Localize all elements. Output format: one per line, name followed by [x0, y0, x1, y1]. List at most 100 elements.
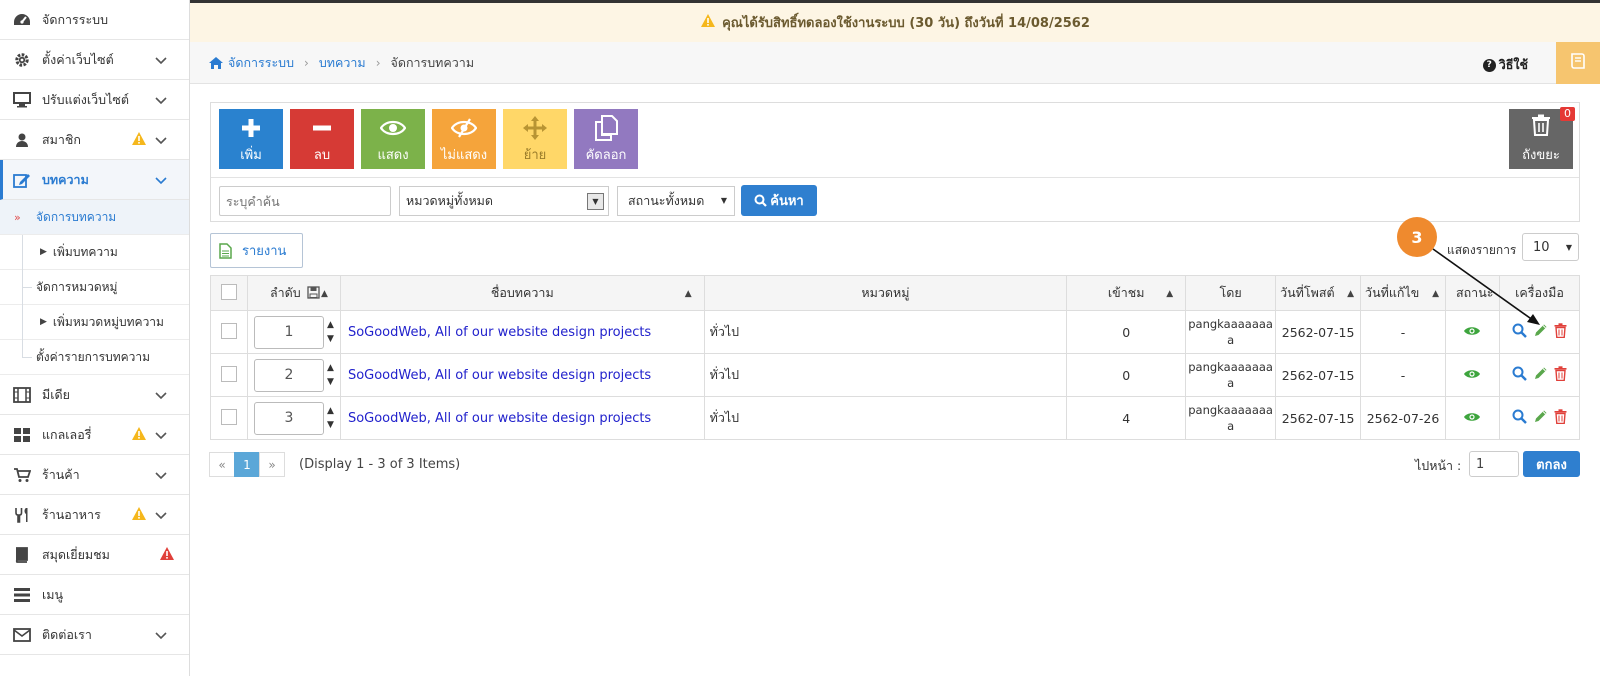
caret-up-icon[interactable]: ▲ — [327, 404, 334, 418]
sidebar-item-label: ร้านอาหาร — [42, 506, 101, 522]
report-button[interactable]: รายงาน — [210, 233, 303, 268]
sidebar-item-shop[interactable]: ร้านค้า — [0, 455, 189, 495]
sidebar-item-contact[interactable]: ติดต่อเรา — [0, 615, 189, 655]
sidebar-subitem-manage-categories[interactable]: จัดการหมวดหมู่ — [0, 270, 189, 305]
article-title-link[interactable]: SoGoodWeb, All of our website design pro… — [341, 368, 651, 383]
caret-down-icon[interactable]: ▼ — [327, 375, 334, 389]
search-button-label: ค้นหา — [770, 194, 804, 209]
category-cell: ทั่วไป — [703, 396, 1068, 440]
eye-icon[interactable] — [1463, 325, 1481, 337]
prev-page-button[interactable]: « — [209, 452, 235, 477]
sidebar-subitem-manage-articles[interactable]: » จัดการบทความ — [0, 200, 189, 235]
breadcrumb-home[interactable]: จัดการระบบ — [208, 53, 294, 73]
sidebar-item-label: บทความ — [42, 171, 89, 187]
save-icon[interactable] — [307, 286, 320, 299]
caret-down-icon[interactable]: ▼ — [327, 418, 334, 432]
trash-button[interactable]: 0 ถังขยะ — [1509, 107, 1575, 169]
sidebar-item-customize[interactable]: ปรับแต่งเว็บไซต์ — [0, 80, 189, 120]
warning-icon — [131, 506, 147, 525]
help-link[interactable]: ? วิธีใช้ — [1482, 55, 1528, 75]
category-select[interactable]: หมวดหมู่ทั้งหมด ▼ — [399, 186, 609, 216]
sidebar-item-label: มีเดีย — [42, 386, 70, 402]
column-header-title[interactable]: ชื่อบทความ ▲ — [339, 275, 705, 311]
column-header-edited[interactable]: วันที่แก้ไข ▲ — [1360, 275, 1446, 311]
caret-up-icon[interactable]: ▲ — [327, 361, 334, 375]
sidebar-subitem-add-article[interactable]: ▶ เพิ่มบทความ — [0, 235, 189, 270]
column-header-views[interactable]: เข้าชม ▲ — [1066, 275, 1187, 311]
goto-page-button[interactable]: ตกลง — [1523, 451, 1580, 477]
row-checkbox[interactable] — [220, 322, 237, 339]
order-stepper[interactable]: ▲ ▼ — [327, 404, 334, 432]
question-icon: ? — [1482, 58, 1496, 72]
goto-page-input[interactable] — [1469, 451, 1519, 477]
sidebar-item-dashboard[interactable]: จัดการระบบ — [0, 0, 189, 40]
order-input[interactable]: 3 — [253, 401, 324, 435]
chevron-down-icon — [155, 469, 167, 484]
view-search-icon[interactable] — [1512, 366, 1527, 384]
row-checkbox[interactable] — [220, 408, 237, 425]
dashboard-icon — [12, 10, 32, 30]
banner-text: คุณได้รับสิทธิ์ทดลองใช้งานระบบ (30 วัน) … — [722, 16, 1090, 31]
delete-trash-icon[interactable] — [1554, 366, 1567, 384]
column-header-order[interactable]: ลำดับ ▲ — [246, 275, 341, 311]
category-select-value: หมวดหมู่ทั้งหมด — [406, 193, 494, 208]
sidebar-item-gallery[interactable]: แกลเลอรี่ — [0, 415, 189, 455]
sidebar-item-site-settings[interactable]: ตั้งค่าเว็บไซต์ — [0, 40, 189, 80]
book-icon — [1569, 52, 1587, 74]
copy-button-label: คัดลอก — [585, 147, 627, 163]
articles-table: ลำดับ ▲ ชื่อบทความ ▲ หมวดหมู่ เข้าชม ▲ โ… — [210, 275, 1581, 440]
table-row: 2 ▲ ▼ SoGoodWeb, All of our website design … — [210, 353, 1581, 397]
sidebar-item-media[interactable]: มีเดีย — [0, 375, 189, 415]
per-page-select[interactable]: 10 ▼ — [1522, 233, 1579, 261]
show-button[interactable]: แสดง — [361, 109, 425, 169]
utensils-icon — [12, 505, 32, 525]
order-input[interactable]: 1 — [253, 315, 324, 349]
divider — [211, 177, 1579, 178]
search-button[interactable]: ค้นหา — [741, 185, 817, 216]
order-stepper[interactable]: ▲ ▼ — [327, 318, 334, 346]
edit-pencil-icon[interactable] — [1533, 366, 1548, 384]
select-all-checkbox[interactable] — [220, 283, 237, 300]
view-search-icon[interactable] — [1512, 409, 1527, 427]
next-page-button[interactable]: » — [259, 452, 285, 477]
minus-icon — [311, 114, 333, 142]
order-stepper[interactable]: ▲ ▼ — [327, 361, 334, 389]
delete-button[interactable]: ลบ — [290, 109, 354, 169]
grid-icon — [12, 425, 32, 445]
article-title-link[interactable]: SoGoodWeb, All of our website design pro… — [341, 325, 651, 340]
sidebar-item-guestbook[interactable]: สมุดเยี่ยมชม — [0, 535, 189, 575]
caret-up-icon[interactable]: ▲ — [327, 318, 334, 332]
manual-button[interactable] — [1556, 42, 1600, 84]
sidebar-item-articles[interactable]: บทความ — [0, 160, 189, 200]
caret-down-icon: ▼ — [720, 196, 727, 205]
edit-pencil-icon[interactable] — [1533, 323, 1548, 341]
hide-button[interactable]: ไม่แสดง — [432, 109, 496, 169]
edit-pencil-icon[interactable] — [1533, 409, 1548, 427]
add-button[interactable]: เพิ่ม — [219, 109, 283, 169]
eye-icon[interactable] — [1463, 368, 1481, 380]
status-select[interactable]: สถานะทั้งหมด ▼ — [617, 186, 735, 216]
column-header-status[interactable]: สถานะ — [1444, 275, 1500, 311]
row-checkbox[interactable] — [220, 365, 237, 382]
caret-down-icon[interactable]: ▼ — [327, 332, 334, 346]
delete-trash-icon[interactable] — [1554, 409, 1567, 427]
sidebar-item-members[interactable]: สมาชิก — [0, 120, 189, 160]
trash-count-badge: 0 — [1560, 107, 1575, 121]
order-input[interactable]: 2 — [253, 358, 324, 392]
user-icon — [12, 130, 32, 150]
eye-icon[interactable] — [1463, 411, 1481, 423]
column-header-posted[interactable]: วันที่โพสต์ ▲ — [1275, 275, 1362, 311]
copy-button[interactable]: คัดลอก — [574, 109, 638, 169]
sidebar-item-restaurant[interactable]: ร้านอาหาร — [0, 495, 189, 535]
article-title-link[interactable]: SoGoodWeb, All of our website design pro… — [341, 411, 651, 426]
breadcrumb-articles[interactable]: บทความ — [319, 53, 366, 73]
tree-line — [22, 235, 23, 270]
sidebar-item-menu[interactable]: เมนู — [0, 575, 189, 615]
move-button[interactable]: ย้าย — [503, 109, 567, 169]
sidebar-subitem-add-category[interactable]: ▶ เพิ่มหมวดหมู่บทความ — [0, 305, 189, 340]
sidebar-subitem-article-settings[interactable]: ตั้งค่ารายการบทความ — [0, 340, 189, 375]
search-input[interactable] — [219, 186, 391, 216]
page-button-current[interactable]: 1 — [234, 452, 260, 477]
delete-trash-icon[interactable] — [1554, 323, 1567, 341]
view-search-icon[interactable] — [1512, 323, 1527, 341]
